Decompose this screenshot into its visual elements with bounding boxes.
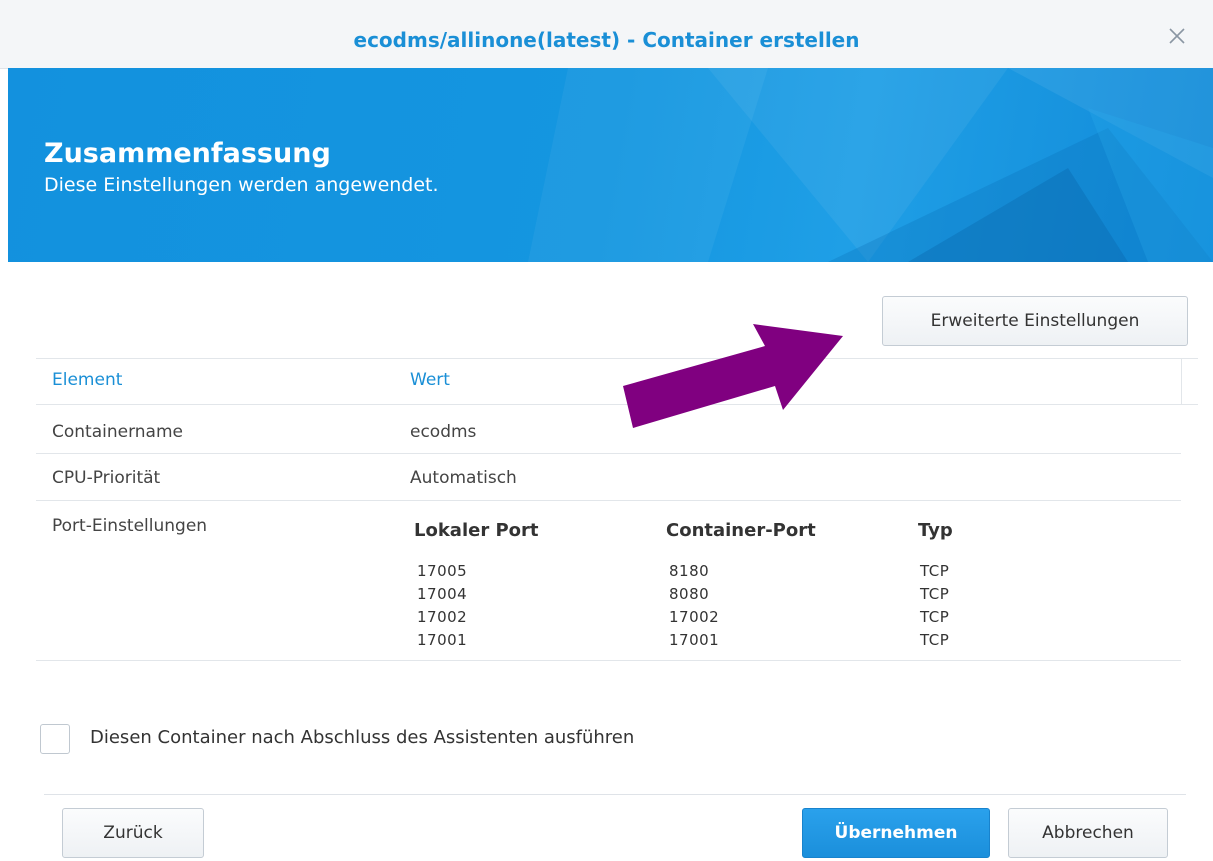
port-container: 17001 xyxy=(669,631,720,649)
row-label-cpu: CPU-Priorität xyxy=(52,468,161,488)
port-container: 8080 xyxy=(669,585,710,603)
port-local: 17001 xyxy=(417,631,468,649)
row-value-containername: ecodms xyxy=(410,422,477,442)
back-button[interactable]: Zurück xyxy=(62,808,204,858)
row-value-cpu: Automatisch xyxy=(410,468,517,488)
port-type: TCP xyxy=(920,631,950,649)
row-label-containername: Containername xyxy=(52,422,183,442)
table-bottom-border xyxy=(36,660,1181,661)
port-container: 8180 xyxy=(669,562,710,580)
column-header-value[interactable]: Wert xyxy=(410,370,450,390)
footer-divider xyxy=(44,794,1186,795)
header-banner: Zusammenfassung Diese Einstellungen werd… xyxy=(8,68,1213,262)
port-local: 17002 xyxy=(417,608,468,626)
arrow-icon xyxy=(623,324,843,428)
row-label-ports: Port-Einstellungen xyxy=(52,516,208,536)
advanced-settings-button[interactable]: Erweiterte Einstellungen xyxy=(882,296,1188,346)
port-type: TCP xyxy=(920,585,950,603)
port-header-container: Container-Port xyxy=(666,520,816,541)
port-type: TCP xyxy=(920,608,950,626)
window-title: ecodms/allinone(latest) - Container erst… xyxy=(353,28,860,52)
apply-button[interactable]: Übernehmen xyxy=(802,808,990,858)
column-header-element[interactable]: Element xyxy=(52,370,122,390)
cancel-button[interactable]: Abbrechen xyxy=(1008,808,1168,858)
page-heading: Zusammenfassung xyxy=(44,138,331,169)
table-header-divider xyxy=(1181,358,1182,404)
port-container: 17002 xyxy=(669,608,720,626)
page-subtitle: Diese Einstellungen werden angewendet. xyxy=(44,174,439,196)
port-header-local: Lokaler Port xyxy=(414,520,539,541)
run-container-label[interactable]: Diesen Container nach Abschluss des Assi… xyxy=(90,727,634,748)
title-bar: ecodms/allinone(latest) - Container erst… xyxy=(0,0,1213,69)
row-divider xyxy=(36,500,1181,501)
port-type: TCP xyxy=(920,562,950,580)
run-container-checkbox[interactable] xyxy=(40,724,70,754)
row-divider xyxy=(36,453,1181,454)
port-local: 17005 xyxy=(417,562,468,580)
port-local: 17004 xyxy=(417,585,468,603)
port-header-type: Typ xyxy=(918,520,953,541)
close-icon[interactable] xyxy=(1167,26,1187,46)
